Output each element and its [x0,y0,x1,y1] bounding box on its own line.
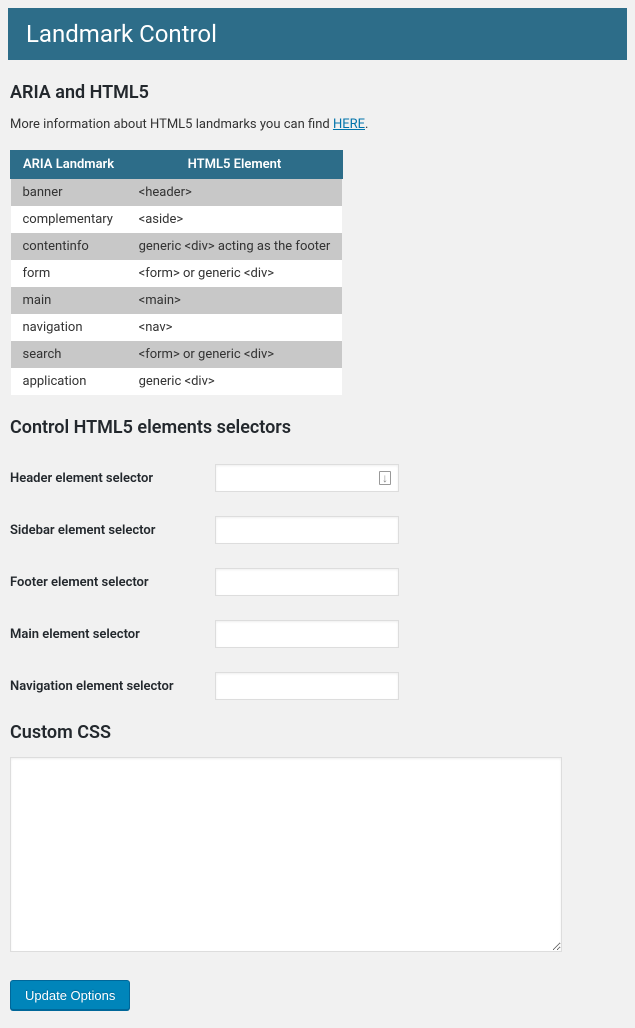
info-prefix: More information about HTML5 landmarks y… [10,117,333,132]
cell-aria: search [11,341,127,368]
sidebar-selector-input[interactable] [215,516,399,544]
table-row: contentinfo generic <div> acting as the … [11,233,343,260]
table-row: application generic <div> [11,368,343,395]
cell-aria: banner [11,179,127,207]
cell-html5: <aside> [127,206,343,233]
table-row: complementary <aside> [11,206,343,233]
cell-aria: form [11,260,127,287]
cell-html5: <form> or generic <div> [127,341,343,368]
form-row: Footer element selector [10,556,625,608]
cell-html5: <form> or generic <div> [127,260,343,287]
info-suffix: . [365,117,368,132]
selectors-form: Header element selector ↓ Sidebar elemen… [10,452,625,712]
table-row: navigation <nav> [11,314,343,341]
main-selector-input[interactable] [215,620,399,648]
custom-css-textarea[interactable] [10,757,562,952]
selectors-section-heading: Control HTML5 elements selectors [10,417,625,438]
footer-selector-input[interactable] [215,568,399,596]
info-text: More information about HTML5 landmarks y… [10,117,625,132]
table-row: search <form> or generic <div> [11,341,343,368]
table-row: main <main> [11,287,343,314]
aria-section-heading: ARIA and HTML5 [10,82,625,103]
page-title: Landmark Control [26,20,217,48]
field-label: Header element selector [10,471,215,486]
header-selector-input[interactable] [215,464,399,492]
form-row: Header element selector ↓ [10,452,625,504]
cell-aria: complementary [11,206,127,233]
info-link[interactable]: HERE [333,117,365,132]
table-header-html5: HTML5 Element [127,151,343,179]
cell-aria: main [11,287,127,314]
form-row: Sidebar element selector [10,504,625,556]
field-label: Main element selector [10,627,215,642]
cell-html5: <main> [127,287,343,314]
field-label: Footer element selector [10,575,215,590]
form-row: Main element selector [10,608,625,660]
table-header-aria: ARIA Landmark [11,151,127,179]
custom-css-heading: Custom CSS [10,722,625,743]
content-area: ARIA and HTML5 More information about HT… [0,60,635,1028]
cell-aria: application [11,368,127,395]
cell-html5: <header> [127,179,343,207]
field-label: Navigation element selector [10,679,215,694]
cell-aria: navigation [11,314,127,341]
landmarks-table: ARIA Landmark HTML5 Element banner <head… [10,150,343,395]
table-row: banner <header> [11,179,343,207]
table-row: form <form> or generic <div> [11,260,343,287]
cell-aria: contentinfo [11,233,127,260]
navigation-selector-input[interactable] [215,672,399,700]
form-row: Navigation element selector [10,660,625,712]
cell-html5: generic <div> [127,368,343,395]
field-label: Sidebar element selector [10,523,215,538]
update-options-button[interactable]: Update Options [10,980,130,1010]
page-title-bar: Landmark Control [8,8,627,60]
cell-html5: <nav> [127,314,343,341]
cell-html5: generic <div> acting as the footer [127,233,343,260]
